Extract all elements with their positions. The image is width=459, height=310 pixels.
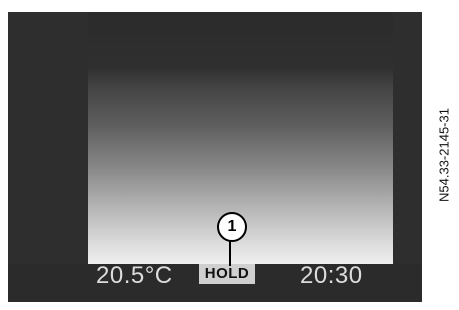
time-readout: 20:30 xyxy=(300,262,363,289)
hold-badge: HOLD xyxy=(199,264,255,284)
callout-leader-line xyxy=(229,240,231,266)
temperature-readout: 20.5°C xyxy=(96,262,173,289)
display-frame xyxy=(8,12,422,302)
callout-marker: 1 xyxy=(217,212,247,242)
figure-reference-code: N54.33-2145-31 xyxy=(436,108,452,202)
